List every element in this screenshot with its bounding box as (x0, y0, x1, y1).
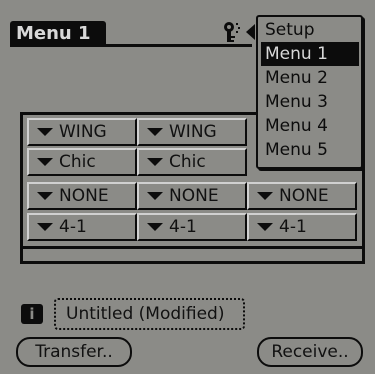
dropdown-item[interactable]: Setup (261, 18, 359, 42)
grid-cell[interactable]: 4-1 (137, 213, 247, 241)
menu-dropdown: Setup Menu 1 Menu 2 Menu 3 Menu 4 Menu 5 (256, 15, 363, 169)
key-icon[interactable] (222, 21, 242, 43)
triangle-down-icon (257, 192, 273, 200)
triangle-down-icon (147, 128, 163, 136)
transfer-button[interactable]: Transfer.. (16, 337, 132, 367)
grid-footer-bar (20, 246, 365, 264)
document-name-field[interactable]: Untitled (Modified) (54, 298, 245, 330)
dropdown-item[interactable]: Menu 3 (261, 90, 359, 114)
grid-cell[interactable]: Chic (27, 148, 137, 176)
grid-cell[interactable]: Chic (137, 148, 247, 176)
triangle-down-icon (147, 192, 163, 200)
grid-cell[interactable]: NONE (247, 182, 357, 210)
dropdown-item[interactable]: Menu 5 (261, 138, 359, 162)
dropdown-item-selected[interactable]: Menu 1 (261, 42, 359, 66)
grid-cell[interactable]: 4-1 (247, 213, 357, 241)
info-icon[interactable]: i (21, 304, 43, 324)
grid-cell[interactable]: NONE (27, 182, 137, 210)
grid-cell[interactable]: WING (27, 118, 137, 146)
triangle-down-icon (257, 223, 273, 231)
triangle-left-icon[interactable] (246, 24, 255, 40)
palm-screen: Menu 1 WING WING Chic Chic NONE NONE NON… (0, 0, 375, 374)
triangle-down-icon (37, 223, 53, 231)
triangle-down-icon (37, 192, 53, 200)
dropdown-item[interactable]: Menu 4 (261, 114, 359, 138)
dropdown-item[interactable]: Menu 2 (261, 66, 359, 90)
receive-button[interactable]: Receive.. (257, 337, 363, 367)
triangle-down-icon (147, 158, 163, 166)
triangle-down-icon (37, 128, 53, 136)
title-tab[interactable]: Menu 1 (10, 21, 106, 46)
grid-cell[interactable]: 4-1 (27, 213, 137, 241)
title-underline (10, 44, 252, 47)
triangle-down-icon (37, 158, 53, 166)
triangle-down-icon (147, 223, 163, 231)
grid-cell[interactable]: WING (137, 118, 247, 146)
grid-cell[interactable]: NONE (137, 182, 247, 210)
